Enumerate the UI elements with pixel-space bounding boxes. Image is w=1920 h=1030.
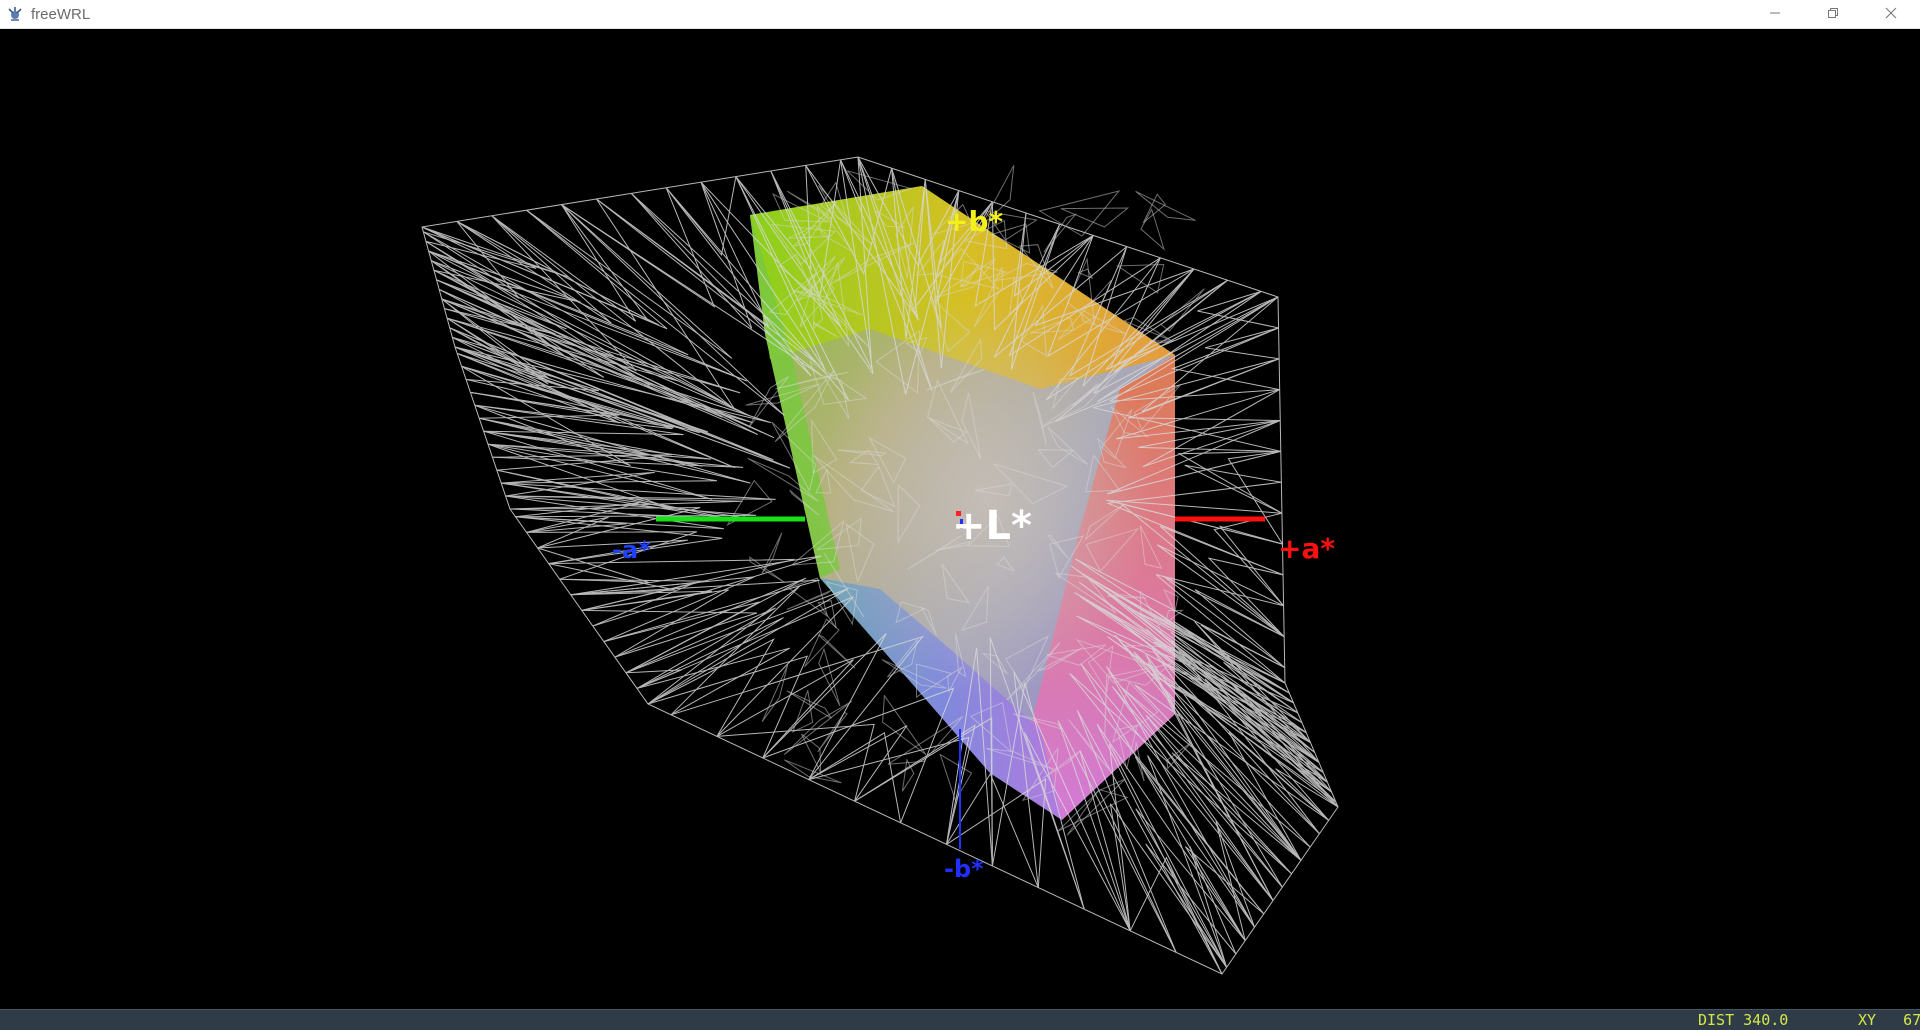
wireframe-edge [647,638,775,737]
wireframe-edge [647,584,802,716]
minimize-icon [1769,6,1781,24]
wireframe-triangle [761,532,783,574]
wireframe-edge [441,298,680,382]
wireframe-triangle [939,753,973,802]
3d-viewport[interactable]: +L* +a* -a* +b* -b* [0,29,1920,1009]
wireframe-edge [1218,525,1284,607]
wireframe-edge [1170,327,1280,391]
window-controls [1746,0,1920,29]
distance-label: DIST [1698,1011,1735,1029]
wireframe-edge [491,198,736,410]
wireframe-edge [1184,464,1283,514]
wireframe-edge [1129,856,1223,975]
wireframe-triangle [804,618,840,668]
wireframe-triangle [882,694,927,755]
wireframe-edge [854,724,976,845]
distance-value: 340.0 [1743,1011,1789,1029]
wireframe-edge [561,187,716,309]
restore-icon [1827,6,1839,24]
status-bar: DIST 340.0 XY 67 [0,1009,1920,1030]
wireframe-triangle [1060,207,1130,228]
navigation-mode-readout: XY 67 [1858,1011,1920,1029]
plus-a-axis-label: +a* [1278,532,1335,565]
navigation-mode-label: XY [1858,1011,1877,1029]
plus-b-axis-label: +b* [945,205,1004,238]
wireframe-triangle [801,733,822,773]
wireframe-edge [441,298,741,394]
wireframe-triangle [1043,213,1078,253]
minus-a-axis-label: -a* [612,536,651,564]
wireframe-edge [596,181,770,327]
wireframe-edge [1207,557,1285,638]
wireframe-triangle [784,759,842,784]
title-bar[interactable]: freeWRL [0,0,1920,29]
window-title: freeWRL [31,5,91,23]
wireframe-edge [762,633,887,780]
plus-l-axis-label: +L* [952,503,1032,549]
close-button[interactable] [1862,0,1920,29]
freewrl-logo-icon [5,4,25,24]
wireframe-edge [1177,450,1283,514]
wireframe-triangle [1116,263,1165,294]
minus-b-axis-label: -b* [944,855,984,883]
wireframe-edge [716,723,875,802]
wireframe-triangle [761,664,789,723]
navigation-mode-value: 67 [1903,1011,1920,1029]
wireframe-edge [1197,290,1279,329]
wireframe-edge [570,576,755,643]
minimize-button[interactable] [1746,0,1804,29]
wireframe-edge [509,507,701,549]
distance-readout: DIST 340.0 [1698,1011,1788,1029]
wireframe-edge [636,596,854,737]
close-icon [1885,6,1897,24]
wireframe-edge [665,176,737,256]
restore-button[interactable] [1804,0,1862,29]
wireframe-triangle [1135,190,1196,221]
wireframe-triangle [1038,190,1121,237]
gamut-scene[interactable]: +L* +a* -a* +b* -b* [0,29,1920,1009]
wireframe-triangle [749,556,785,583]
gamut-neutral-core [815,299,1155,699]
wireframe-edge [1135,808,1246,968]
